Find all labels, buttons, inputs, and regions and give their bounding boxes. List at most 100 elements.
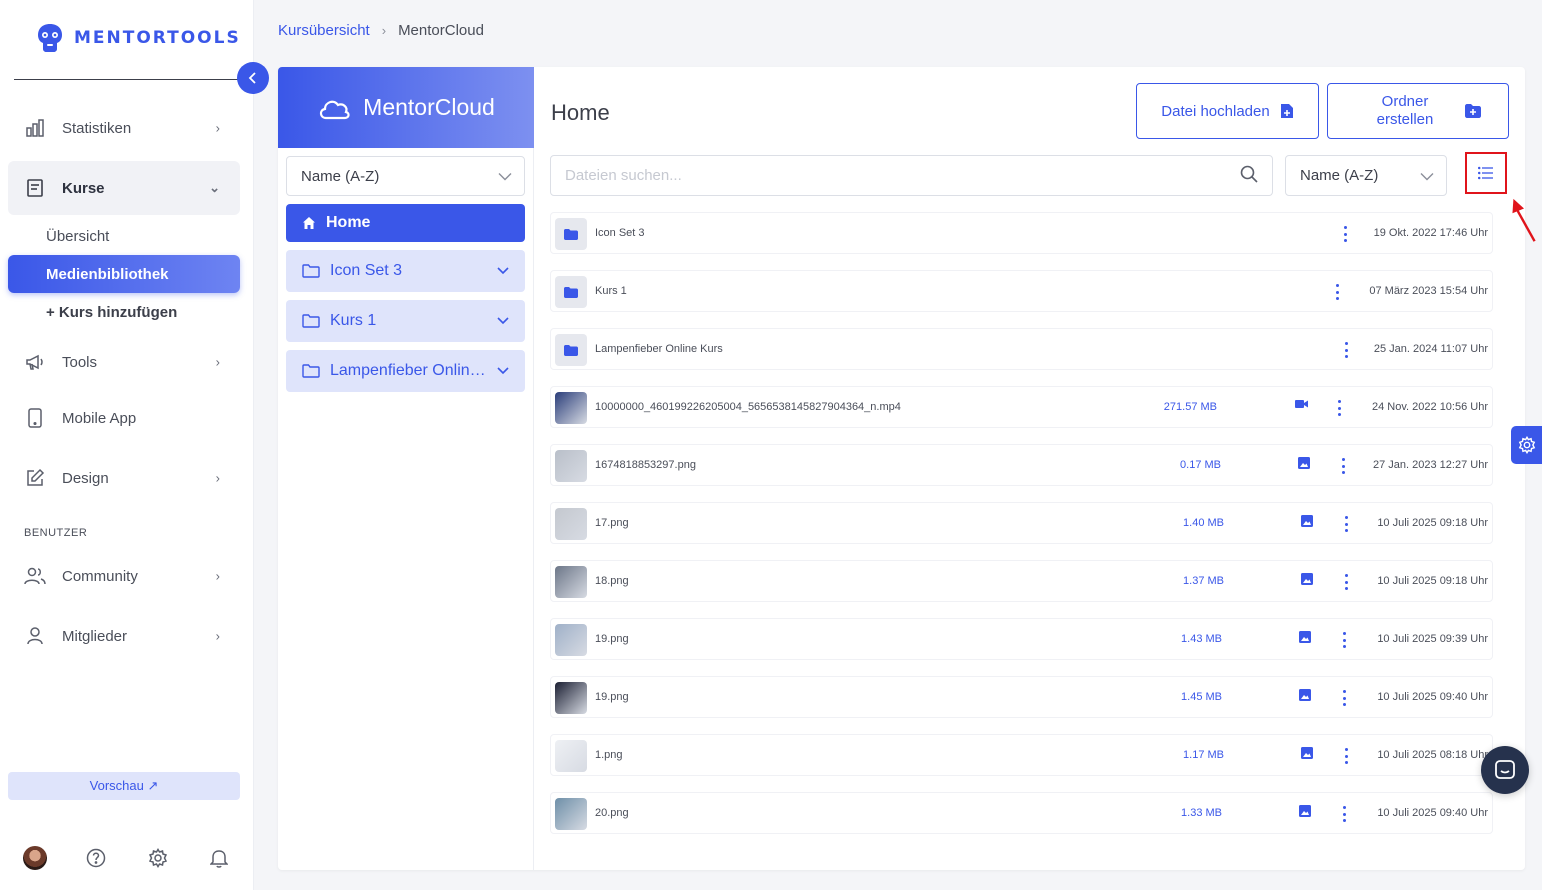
chevron-down-icon[interactable] [497,262,509,280]
sidebar-item-mobile-app[interactable]: Mobile App [8,391,240,445]
gear-icon [1518,436,1535,454]
file-thumbnail [555,392,587,424]
file-panel: Home Datei hochladen Ordner erstellen Da… [534,67,1525,870]
file-row[interactable]: 10000000_460199226205004_565653814582790… [550,386,1493,428]
chevron-right-icon: › [215,120,220,136]
file-row[interactable]: 17.png 1.40 MB 10 Juli 2025 09:18 Uhr [550,502,1493,544]
robot-logo-icon [34,22,66,54]
phone-icon [24,407,46,429]
create-folder-button[interactable]: Ordner erstellen [1327,83,1509,139]
sidebar-item-label: Kurse [62,179,105,197]
folder-sort-select[interactable]: Name (A-Z) [286,156,525,196]
preview-button[interactable]: Vorschau ↗ [8,772,240,800]
file-sort-value: Name (A-Z) [1300,167,1379,184]
sidebar-item-label: Community [62,567,138,585]
file-name: 19.png [595,633,629,645]
folder-lampenfieber[interactable]: Lampenfieber Online Kurs [286,350,525,392]
chevron-down-icon[interactable] [497,312,509,330]
more-options-icon[interactable] [1341,746,1351,766]
chat-launcher[interactable] [1481,746,1529,794]
image-icon [1299,805,1313,819]
file-add-icon [1280,104,1293,118]
more-options-icon[interactable] [1339,630,1349,650]
sidebar-item-statistiken[interactable]: Statistiken › [8,101,240,155]
file-row[interactable]: 18.png 1.37 MB 10 Juli 2025 09:18 Uhr [550,560,1493,602]
upload-label: Datei hochladen [1161,102,1270,120]
folder-home[interactable]: Home [286,204,525,242]
file-name: 10000000_460199226205004_565653814582790… [595,401,901,413]
breadcrumb-separator: › [381,23,387,38]
chevron-down-icon[interactable] [497,362,509,380]
sidebar-item-label: Statistiken [62,119,132,137]
file-size: 0.17 MB [1180,459,1221,471]
folder-row[interactable]: Lampenfieber Online Kurs 25 Jan. 2024 11:… [550,328,1493,370]
more-options-icon[interactable] [1341,340,1351,360]
folder-sort-value: Name (A-Z) [301,167,380,185]
more-options-icon[interactable] [1340,224,1350,244]
file-sort-select[interactable]: Name (A-Z) [1285,155,1447,196]
more-options-icon[interactable] [1339,688,1349,708]
sidebar-subitem-uebersicht[interactable]: Übersicht [8,217,240,255]
file-thumbnail [555,682,587,714]
create-folder-label: Ordner erstellen [1376,93,1434,128]
sidebar-subitem-add-course[interactable]: + Kurs hinzufügen [8,293,240,331]
more-options-icon[interactable] [1341,514,1351,534]
file-row[interactable]: 1674818853297.png 0.17 MB 27 Jan. 2023 12:… [550,444,1493,486]
settings-tab[interactable] [1511,426,1542,464]
upload-file-button[interactable]: Datei hochladen [1136,83,1319,139]
image-icon [1299,689,1313,703]
video-icon [1295,399,1309,413]
file-date: 25 Jan. 2024 11:07 Uhr [1373,343,1488,355]
more-options-icon[interactable] [1334,398,1344,418]
file-row[interactable]: 19.png 1.45 MB 10 Juli 2025 09:40 Uhr [550,676,1493,718]
breadcrumb-link-kursuebersicht[interactable]: Kursübersicht [278,22,370,39]
bell-icon[interactable] [206,845,232,871]
folder-row[interactable]: Icon Set 3 19 Okt. 2022 17:46 Uhr [550,212,1493,254]
file-name: Lampenfieber Online Kurs [595,343,723,355]
section-label-benutzer: BENUTZER [24,527,88,539]
folder-icon-set-3[interactable]: Icon Set 3 [286,250,525,292]
file-date: 10 Juli 2025 09:39 Uhr [1377,633,1488,645]
search-icon[interactable] [1240,165,1258,187]
more-options-icon[interactable] [1339,804,1349,824]
more-options-icon[interactable] [1341,572,1351,592]
user-icon [24,625,46,647]
folder-icon [555,334,587,366]
chevron-right-icon: › [215,470,220,486]
sidebar-item-community[interactable]: Community › [8,549,240,603]
file-row[interactable]: 1.png 1.17 MB 10 Juli 2025 08:18 Uhr [550,734,1493,776]
file-size: 271.57 MB [1163,401,1217,413]
file-row[interactable]: 20.png 1.33 MB 10 Juli 2025 09:40 Uhr [550,792,1493,834]
file-name: 1.png [595,749,623,761]
image-icon [1299,631,1313,645]
chat-icon [1495,760,1515,779]
file-date: 07 März 2023 15:54 Uhr [1369,285,1488,297]
breadcrumb: Kursübersicht › MentorCloud [278,22,484,39]
sidebar-item-tools[interactable]: Tools › [8,335,240,389]
more-options-icon[interactable] [1332,282,1342,302]
file-name: Icon Set 3 [595,227,645,239]
sidebar-item-mitglieder[interactable]: Mitglieder › [8,609,240,663]
file-name: Kurs 1 [595,285,627,297]
folder-icon [302,364,320,378]
file-size: 1.43 MB [1181,633,1222,645]
collapse-sidebar-button[interactable] [237,62,269,94]
folder-row[interactable]: Kurs 1 07 März 2023 15:54 Uhr [550,270,1493,312]
sidebar-item-kurse[interactable]: Kurse ⌄ [8,161,240,215]
gear-icon[interactable] [145,845,171,871]
file-size: 1.33 MB [1181,807,1222,819]
list-icon [1478,166,1493,180]
search-input[interactable]: Dateien suchen... [550,155,1273,196]
help-icon[interactable] [83,845,109,871]
search-placeholder: Dateien suchen... [565,167,682,184]
list-view-toggle[interactable] [1465,152,1507,194]
user-avatar[interactable] [22,845,48,871]
logo[interactable]: MENTORTOOLS [34,22,241,54]
file-row[interactable]: 19.png 1.43 MB 10 Juli 2025 09:39 Uhr [550,618,1493,660]
sidebar-subitem-medienbibliothek[interactable]: Medienbibliothek [8,255,240,293]
file-name: 17.png [595,517,629,529]
more-options-icon[interactable] [1338,456,1348,476]
sidebar-item-design[interactable]: Design › [8,451,240,505]
folder-kurs-1[interactable]: Kurs 1 [286,300,525,342]
sidebar-item-label: Tools [62,353,98,371]
